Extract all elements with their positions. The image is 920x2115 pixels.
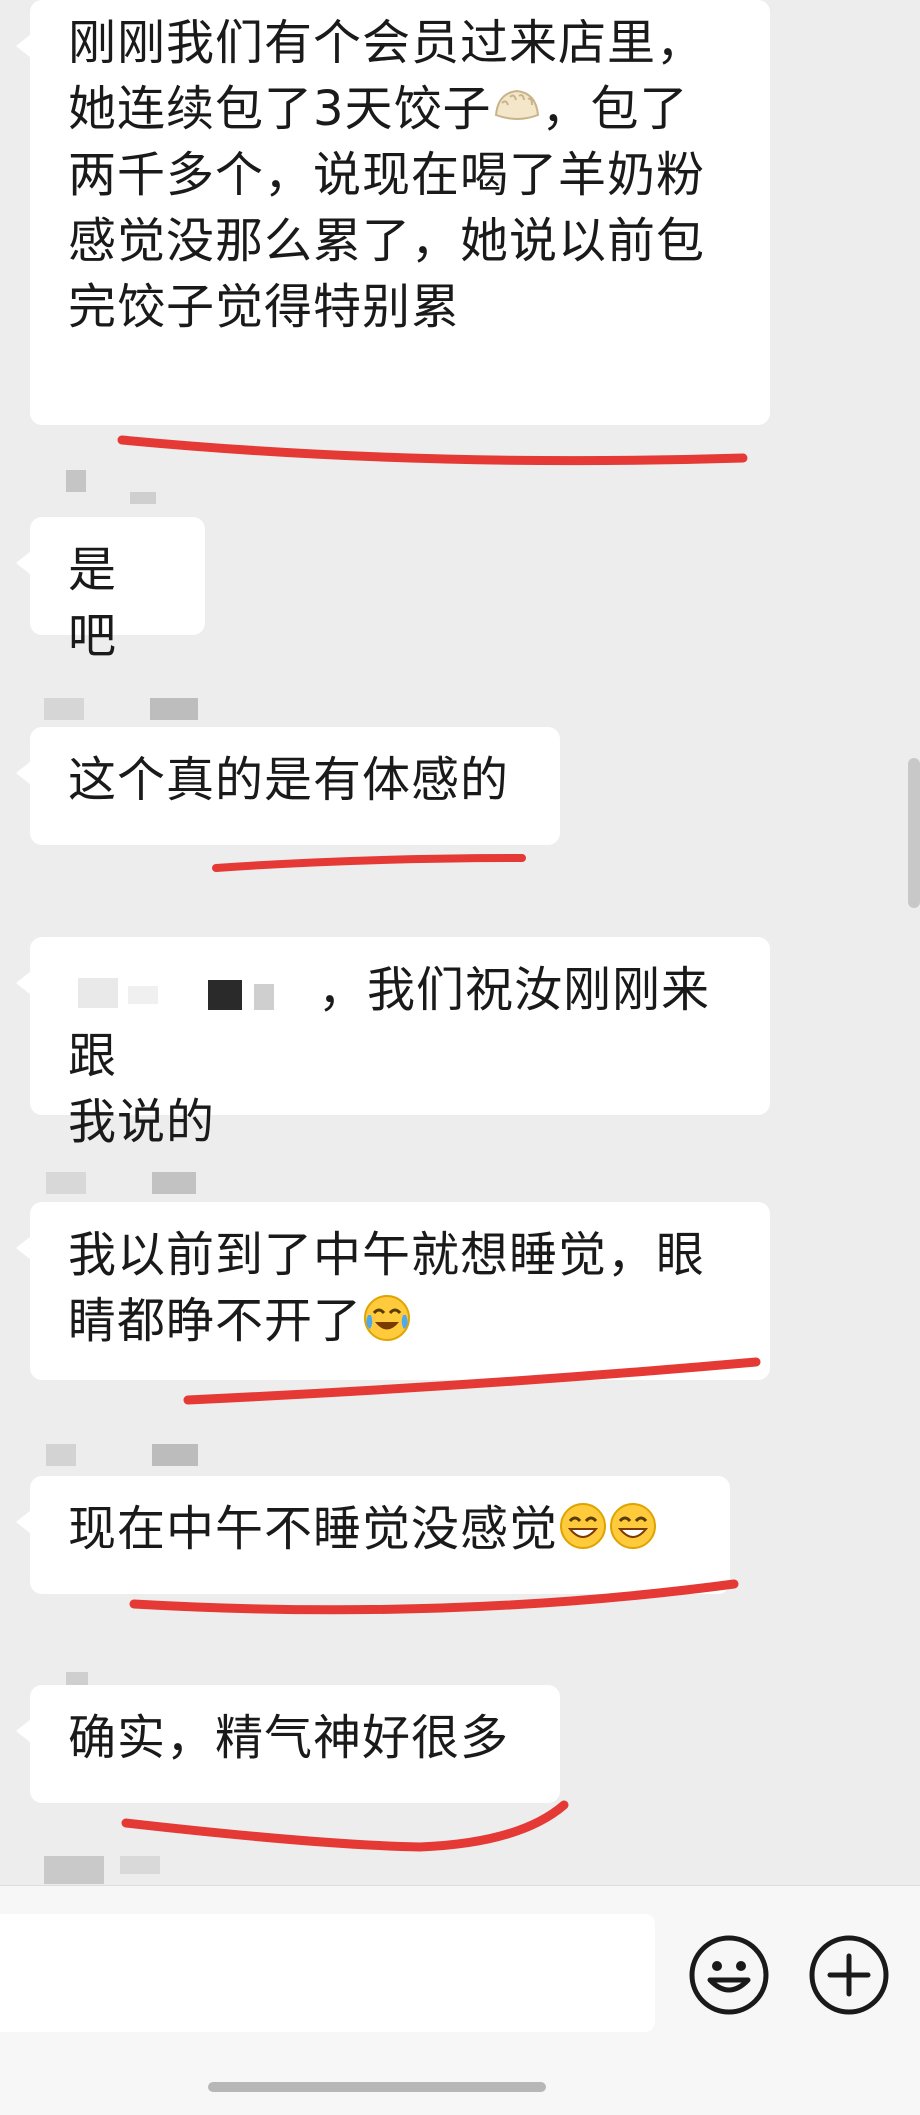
- red-underline: [129, 1579, 739, 1615]
- sender-name-blurred: [40, 698, 198, 720]
- message-text: 确实，精气神好很多: [68, 1710, 510, 1766]
- message-bubble[interactable]: 刚刚我们有个会员过来店里， 她连续包了3天饺子 ，包了 两千多个，说现在喝了羊奶…: [16, 0, 770, 425]
- grinning-emoji: [560, 1503, 607, 1549]
- sender-name-blurred: [40, 1856, 160, 1884]
- chat-area[interactable]: 刚刚我们有个会员过来店里， 她连续包了3天饺子 ，包了 两千多个，说现在喝了羊奶…: [0, 0, 920, 1885]
- message-bubble[interactable]: 这个真的是有体感的: [16, 727, 560, 845]
- plus-circle-icon[interactable]: [808, 1934, 890, 2016]
- input-bar: [0, 1885, 920, 2115]
- home-indicator: [208, 2082, 546, 2092]
- message-bubble[interactable]: 确实，精气神好很多: [16, 1685, 560, 1803]
- redacted-name: [68, 968, 318, 1018]
- sender-name-blurred: [40, 1444, 198, 1466]
- grinning-emoji: [610, 1503, 657, 1549]
- dumpling-emoji: [494, 89, 539, 120]
- crying-laughing-emoji: [364, 1295, 411, 1341]
- red-underline: [212, 854, 526, 872]
- message-text: 是吧: [68, 542, 118, 664]
- message-bubble[interactable]: ，我们祝汝刚刚来跟 我说的: [16, 937, 770, 1150]
- message-text: 这个真的是有体感的: [68, 752, 510, 808]
- red-underline: [183, 1357, 761, 1405]
- message-text: 现在中午不睡觉没感觉: [68, 1501, 559, 1557]
- message-input[interactable]: [0, 1914, 655, 2032]
- red-underline: [117, 435, 748, 466]
- message-bubble[interactable]: 是吧: [16, 517, 205, 664]
- sender-name-blurred: [40, 1172, 196, 1194]
- sender-name-blurred: [40, 470, 160, 504]
- smiley-icon[interactable]: [688, 1934, 770, 2016]
- scrollbar-thumb[interactable]: [908, 758, 920, 908]
- red-underline: [121, 1800, 569, 1852]
